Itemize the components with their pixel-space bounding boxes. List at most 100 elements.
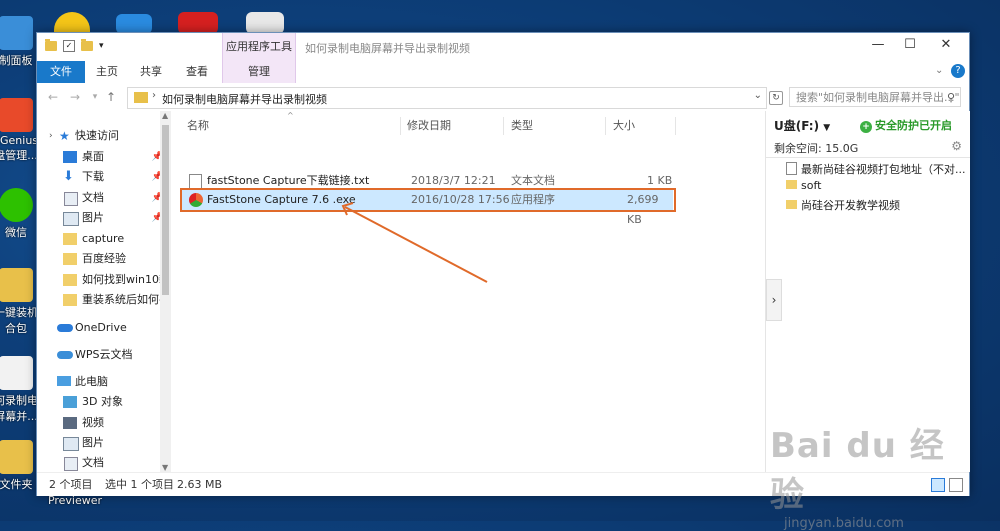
sidebar-item-pictures-pc[interactable]: 图片 [37,434,171,452]
sidebar-item-capture[interactable]: capture [37,230,171,248]
sidebar-item-videos[interactable]: 视频 [37,414,171,432]
navigation-pane: › ★ 快速访问 桌面 📌 ⬇ 下载 📌 文档 📌 图片 📌 capture 百… [37,111,171,472]
desktop-app-icon[interactable] [178,12,218,34]
sidebar-item-documents[interactable]: 文档 📌 [37,189,171,207]
sidebar-item-downloads[interactable]: ⬇ 下载 📌 [37,168,171,186]
scrollbar-thumb[interactable] [162,125,169,295]
watermark-brand: Bai du 经验 [770,426,945,515]
control-panel-icon [0,16,33,50]
tab-view[interactable]: 查看 [179,61,215,83]
up-icon[interactable]: ↑ [103,89,119,105]
folder-icon [45,39,57,51]
computer-icon [57,376,71,386]
video-icon [63,417,77,429]
selected-count: 选中 1 个项目 [105,478,174,491]
desktop-app-icon[interactable] [54,12,90,34]
new-folder-icon[interactable] [81,39,93,51]
help-icon[interactable]: ? [951,64,965,78]
folder-icon [0,268,33,302]
list-item[interactable]: soft [786,179,821,192]
tab-home[interactable]: 主页 [89,61,125,83]
security-status[interactable]: + 安全防护已开启 [860,117,952,133]
desktop-app-icon[interactable] [116,14,152,34]
desktop-icon [63,151,77,163]
file-list: ^ 名称 修改日期 类型 大小 fastStone Capture下载链接.tx… [177,111,765,472]
recent-locations-icon[interactable]: ▾ [87,89,103,105]
expand-ribbon-icon[interactable]: ⌄ [935,65,943,76]
free-space: 剩余空间: 15.0G [774,142,859,155]
column-header-date[interactable]: 修改日期 [407,116,451,136]
breadcrumb-chevron-icon[interactable]: › [152,90,156,101]
maximize-button[interactable]: ☐ [895,37,925,57]
collapse-pane-icon[interactable]: › [766,279,782,321]
cloud-icon [57,351,73,359]
sidebar-item-label: 文档 [82,191,104,204]
watermark-url: jingyan.baidu.com [784,516,904,531]
sidebar-item-reinstall[interactable]: 重装系统后如何- [37,291,171,309]
properties-icon[interactable]: ✓ [63,40,75,52]
watermark: Bai du 经验 jingyan.baidu.com [770,418,960,531]
sidebar-item-pictures[interactable]: 图片 📌 [37,209,171,227]
list-item[interactable]: 最新尚硅谷视频打包地址（不对... [786,161,966,177]
diskgenius-icon [0,98,33,132]
column-header-name[interactable]: 名称 [187,116,209,136]
scroll-down-icon[interactable]: ▼ [162,463,168,472]
scroll-up-icon[interactable]: ▲ [162,111,168,120]
sidebar-item-label: 3D 对象 [82,395,123,408]
search-input[interactable]: 搜索"如何录制电脑屏幕并导出..." ⚲ [789,87,961,107]
expand-icon[interactable]: › [49,127,53,145]
tab-file[interactable]: 文件 [37,61,85,83]
column-separator[interactable] [605,117,606,135]
sidebar-item-wps[interactable]: WPS云文档 [37,346,171,364]
back-icon[interactable]: ← [45,89,61,105]
sidebar-item-quick-access[interactable]: › ★ 快速访问 [37,127,171,145]
column-separator[interactable] [400,117,401,135]
drive-selector[interactable]: U盘(F:) ▼ [774,117,830,134]
item-count: 2 个项目 [49,478,93,491]
cloud-icon [57,324,73,332]
desktop-app-icon[interactable] [246,12,284,34]
document-icon [64,457,78,471]
sidebar-scrollbar[interactable]: ▲ ▼ [160,111,171,472]
sidebar-item-label: 桌面 [82,150,104,163]
list-item[interactable]: 尚硅谷开发教学视频 [786,197,900,213]
address-bar[interactable]: › 如何录制电脑屏幕并导出录制视频 ⌄ [127,87,767,109]
shield-icon: + [860,121,872,133]
minimize-button[interactable]: — [863,37,893,57]
highlight-box [180,188,676,212]
folder-icon [786,200,797,209]
breadcrumb[interactable]: 如何录制电脑屏幕并导出录制视频 [162,91,327,107]
tab-manage[interactable]: 管理 [222,61,296,83]
sidebar-item-label: OneDrive [75,321,127,334]
chevron-down-icon: ▼ [823,123,831,133]
column-separator[interactable] [675,117,676,135]
search-placeholder: 搜索"如何录制电脑屏幕并导出..." [796,91,960,104]
sidebar-item-label: 此电脑 [75,375,108,388]
folder-icon [63,274,77,286]
sidebar-item-label: 快速访问 [75,129,119,142]
sidebar-item-win10[interactable]: 如何找到win10新 [37,271,171,289]
settings-icon[interactable]: ⚙ [951,139,962,153]
close-button[interactable]: ✕ [931,37,961,57]
column-header-type[interactable]: 类型 [511,116,533,136]
sidebar-item-onedrive[interactable]: OneDrive [37,319,171,337]
sidebar-item-documents-pc[interactable]: 文档 [37,454,171,472]
customize-toolbar-icon[interactable]: ▾ [99,41,104,51]
sidebar-item-label: 重装系统后如何- [82,293,163,306]
search-icon[interactable]: ⚲ [947,88,955,108]
address-dropdown-icon[interactable]: ⌄ [754,90,762,101]
sidebar-item-baidu[interactable]: 百度经验 [37,250,171,268]
sidebar-item-label: 视频 [82,416,104,429]
sidebar-item-3d[interactable]: 3D 对象 [37,393,171,411]
sidebar-item-label: 下载 [82,170,104,183]
refresh-icon[interactable]: ↻ [769,91,783,105]
column-separator[interactable] [503,117,504,135]
tab-share[interactable]: 共享 [133,61,169,83]
pictures-icon [63,212,79,226]
sidebar-item-desktop[interactable]: 桌面 📌 [37,148,171,166]
column-header-size[interactable]: 大小 [613,116,635,136]
drive-label: U盘(F:) [774,119,820,133]
sort-indicator-icon: ^ [287,111,294,120]
forward-icon[interactable]: → [67,89,83,105]
sidebar-item-this-pc[interactable]: 此电脑 [37,373,171,391]
